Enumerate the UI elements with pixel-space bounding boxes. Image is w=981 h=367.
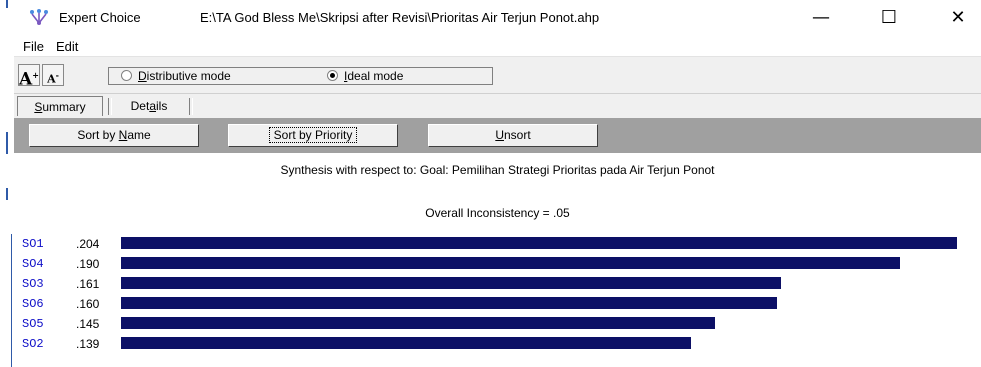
alternative-name[interactable]: SO6 — [22, 297, 44, 311]
alternative-name[interactable]: SO2 — [22, 337, 44, 351]
menu-bar: File Edit — [14, 36, 981, 57]
priority-value: .161 — [76, 277, 100, 291]
maximize-button[interactable]: ☐ — [866, 0, 912, 36]
tab-divider — [189, 98, 193, 115]
tab-bar: Summary Details — [14, 94, 981, 118]
synthesis-panel: Synthesis with respect to: Goal: Pemilih… — [14, 153, 981, 367]
edge-mark — [6, 188, 8, 200]
alternative-name[interactable]: SO1 — [22, 237, 44, 251]
priority-row: SO2 .139 — [14, 335, 981, 355]
priority-value: .145 — [76, 317, 100, 331]
app-title: Expert Choice — [59, 10, 141, 25]
minimize-button[interactable]: — — [798, 0, 844, 36]
priority-bar — [121, 317, 715, 329]
close-button[interactable]: ✕ — [935, 0, 981, 36]
priority-value: .139 — [76, 337, 100, 351]
tab-divider — [108, 98, 112, 115]
priority-row: SO5 .145 — [14, 315, 981, 335]
edge-mark — [6, 0, 8, 8]
menu-file[interactable]: File — [23, 39, 44, 54]
file-path: E:\TA God Bless Me\Skripsi after Revisi\… — [200, 10, 600, 25]
inconsistency-value: Overall Inconsistency = .05 — [425, 206, 570, 220]
font-decrease-icon: A — [47, 72, 56, 86]
mode-selector: Distributive mode Ideal mode — [108, 67, 493, 85]
priority-bar — [121, 257, 900, 269]
priority-row: SO3 .161 — [14, 275, 981, 295]
ideal-label[interactable]: Ideal mode — [344, 69, 403, 83]
decrease-font-button[interactable]: A- — [42, 64, 64, 86]
mode-toolbar: A+ A- Distributive mode Ideal mode — [14, 57, 981, 94]
left-edge — [0, 0, 14, 367]
tab-details[interactable]: Details — [113, 96, 185, 116]
menu-edit[interactable]: Edit — [56, 39, 78, 54]
sort-toolbar: Sort by Name Sort by Priority Unsort — [14, 118, 981, 153]
radio-selected-dot — [330, 73, 335, 78]
priority-value: .190 — [76, 257, 100, 271]
priority-row: SO1 .204 — [14, 235, 981, 255]
sort-by-name-button[interactable]: Sort by Name — [29, 124, 199, 147]
ideal-radio[interactable] — [327, 70, 338, 81]
expert-choice-app-icon — [30, 9, 48, 25]
priority-row: SO6 .160 — [14, 295, 981, 315]
tab-summary[interactable]: Summary — [17, 96, 103, 116]
distributive-label[interactable]: Distributive mode — [138, 69, 231, 83]
synthesis-heading: Synthesis with respect to: Goal: Pemilih… — [280, 163, 715, 177]
priority-value: .160 — [76, 297, 100, 311]
increase-font-button[interactable]: A+ — [18, 64, 40, 90]
alternative-name[interactable]: SO4 — [22, 257, 44, 271]
priority-bar — [121, 297, 777, 309]
edge-mark — [6, 132, 8, 154]
priority-bar — [121, 277, 781, 289]
edge-mark — [11, 234, 12, 367]
priority-bar — [121, 337, 691, 349]
font-increase-icon: A — [19, 69, 33, 90]
priority-row: SO4 .190 — [14, 255, 981, 275]
title-bar: Expert Choice E:\TA God Bless Me\Skripsi… — [14, 0, 981, 36]
alternative-name[interactable]: SO3 — [22, 277, 44, 291]
sort-by-priority-button[interactable]: Sort by Priority — [228, 124, 398, 147]
alternative-name[interactable]: SO5 — [22, 317, 44, 331]
unsort-button[interactable]: Unsort — [428, 124, 598, 147]
distributive-radio[interactable] — [121, 70, 132, 81]
priority-value: .204 — [76, 237, 100, 251]
priority-bar — [121, 237, 957, 249]
